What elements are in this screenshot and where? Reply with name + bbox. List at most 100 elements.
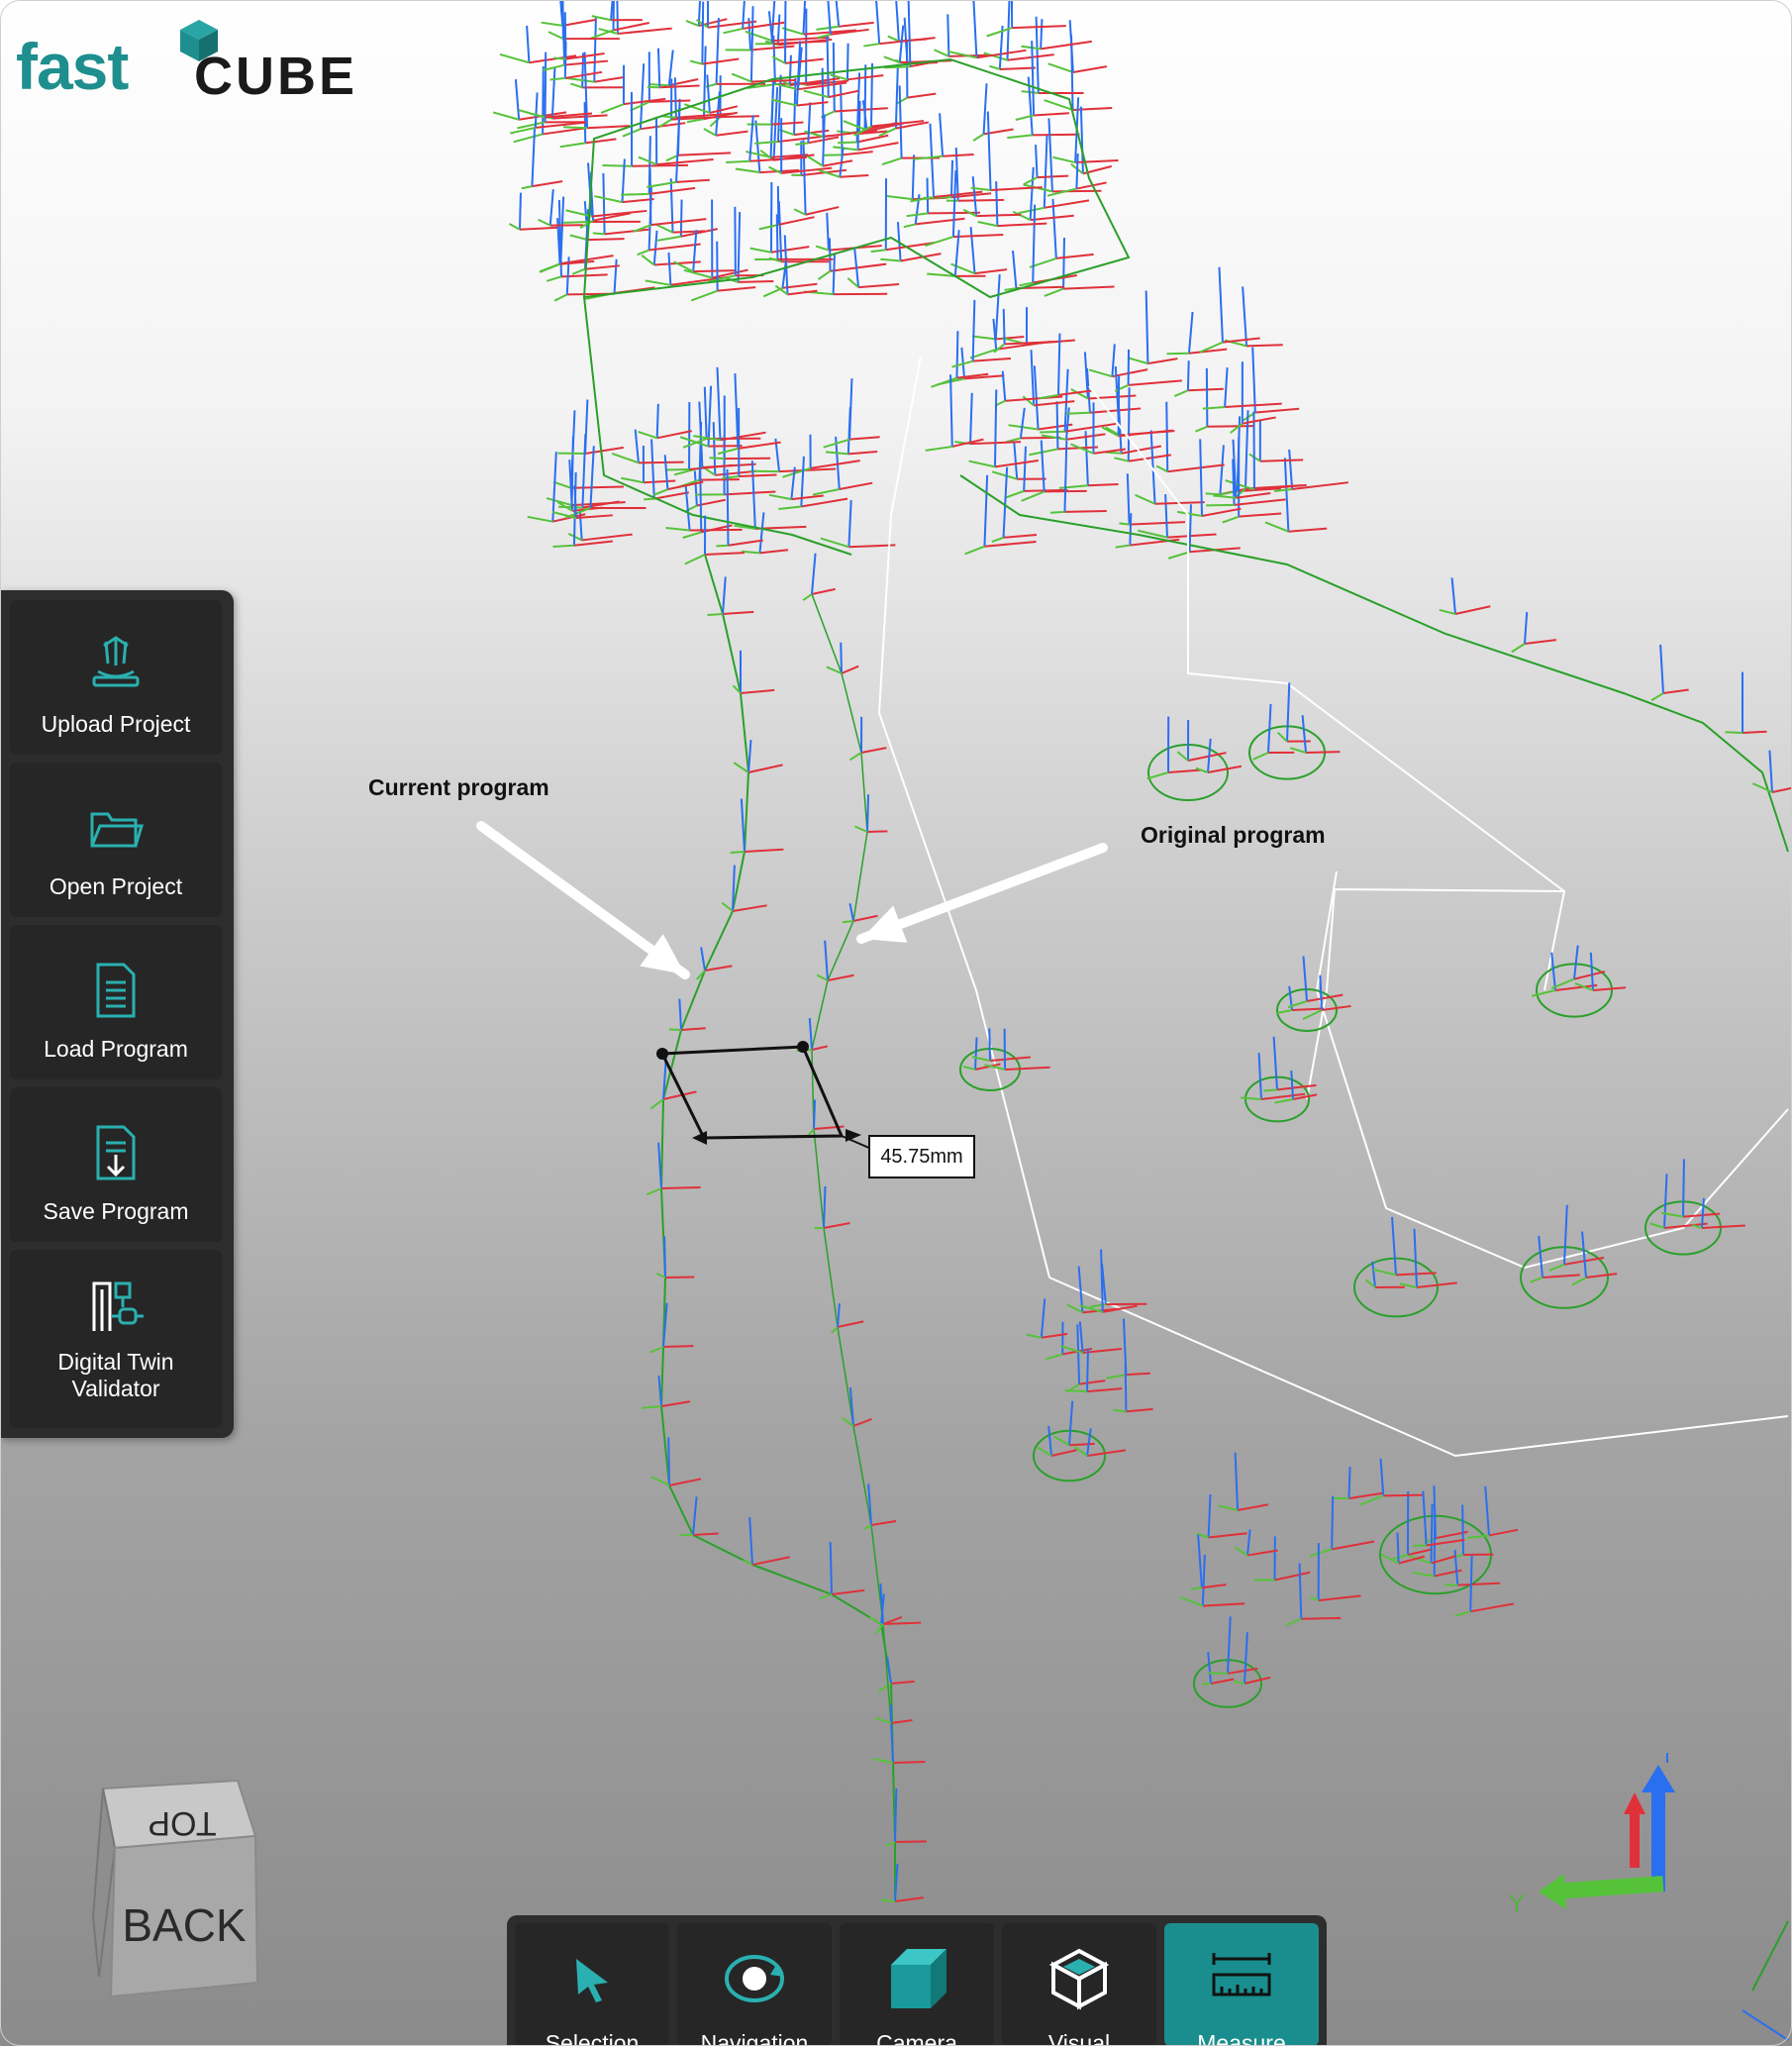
frame-y-axis: [558, 505, 583, 509]
frame-z-axis: [840, 642, 843, 674]
frame-y-axis: [1021, 490, 1045, 502]
frame-y-axis: [1007, 134, 1033, 140]
frame-z-axis: [807, 102, 812, 144]
frame-x-axis: [1246, 1549, 1278, 1557]
frame-x-axis: [1305, 751, 1341, 754]
frame-z-axis: [581, 434, 587, 508]
frame-z-axis: [949, 374, 953, 447]
frame-y-axis: [1206, 503, 1235, 507]
frame-y-axis: [638, 430, 657, 440]
frame-y-axis: [703, 128, 717, 137]
frame-y-axis: [972, 133, 985, 142]
frame-y-axis: [877, 1683, 892, 1692]
frame-x-axis: [1064, 509, 1107, 513]
selection-label: Selection: [545, 2030, 640, 2046]
frame-z-axis: [895, 0, 900, 42]
camera-label: Camera: [876, 2030, 957, 2046]
frame-x-axis: [1040, 40, 1092, 51]
measure-tool-button[interactable]: Measure: [1164, 1923, 1319, 2046]
navigation-cube[interactable]: TOP BACK: [91, 1779, 269, 2000]
digital-twin-validator-button[interactable]: Digital Twin Validator: [10, 1250, 222, 1428]
frame-y-axis: [600, 103, 625, 114]
frame-y-axis: [518, 109, 546, 119]
frame-z-axis: [1347, 1467, 1351, 1499]
frame-x-axis: [1063, 285, 1115, 290]
frame-x-axis: [841, 665, 859, 674]
open-project-button[interactable]: Open Project: [10, 763, 222, 917]
frame-z-axis: [832, 254, 836, 295]
frame-x-axis: [717, 286, 756, 292]
toolpath-scene[interactable]: [0, 0, 1792, 2046]
left-sidebar: Upload Project Open Project Load Program…: [0, 590, 234, 1438]
frame-x-axis: [805, 206, 840, 216]
frame-y-axis: [538, 218, 551, 227]
frame-y-axis: [1037, 1446, 1052, 1457]
selection-tool-button[interactable]: Selection: [515, 1923, 669, 2046]
frame-x-axis: [1167, 768, 1201, 773]
frame-x-axis: [1225, 402, 1282, 408]
frame-z-axis: [663, 455, 669, 490]
frame-z-axis: [1573, 945, 1579, 979]
frame-y-axis: [1241, 1096, 1262, 1100]
frame-z-axis: [700, 947, 706, 972]
frame-z-axis: [808, 1017, 813, 1051]
navigation-tool-button[interactable]: Navigation: [677, 1923, 832, 2046]
camera-tool-button[interactable]: Camera: [840, 1923, 994, 2046]
frame-z-axis: [581, 52, 585, 88]
frame-z-axis: [1124, 1365, 1128, 1412]
frame-y-axis: [1276, 1009, 1293, 1014]
frame-y-axis: [842, 920, 854, 924]
frame-y-axis: [559, 142, 586, 149]
frame-y-axis: [819, 1593, 833, 1600]
frame-y-axis: [513, 133, 544, 144]
frame-z-axis: [1298, 1563, 1303, 1619]
frame-y-axis: [521, 185, 533, 190]
frame-z-axis: [911, 154, 916, 200]
frame-y-axis: [854, 825, 868, 833]
frame-x-axis: [704, 552, 745, 556]
frame-z-axis: [1186, 360, 1190, 391]
frame-y-axis: [565, 76, 595, 83]
frame-x-axis: [860, 747, 887, 754]
3d-viewport[interactable]: fast CUBE Current program Original progr…: [0, 0, 1792, 2046]
frame-x-axis: [890, 1680, 915, 1685]
frame-x-axis: [847, 451, 878, 456]
travel-line: [1048, 1277, 1789, 1458]
frame-z-axis: [1032, 204, 1037, 283]
frame-y-axis: [833, 146, 858, 152]
frame-z-axis: [1244, 1632, 1248, 1685]
frame-z-axis: [826, 36, 830, 98]
frame-y-axis: [665, 526, 690, 532]
frame-x-axis: [856, 134, 889, 144]
frame-x-axis: [1086, 1387, 1123, 1393]
frame-z-axis: [1201, 1554, 1206, 1606]
frame-y-axis: [962, 1065, 976, 1071]
frame-z-axis: [1581, 1231, 1587, 1279]
frame-y-axis: [1088, 368, 1113, 378]
visual-tool-button[interactable]: Visual: [1002, 1923, 1156, 2046]
frame-y-axis: [831, 1326, 839, 1334]
upload-project-button[interactable]: Upload Project: [10, 600, 222, 755]
frame-x-axis: [810, 460, 860, 469]
frame-x-axis: [822, 159, 853, 167]
frame-z-axis: [793, 77, 797, 136]
upload-project-label: Upload Project: [41, 711, 191, 737]
frame-x-axis: [831, 1588, 865, 1595]
frame-y-axis: [1155, 464, 1168, 473]
frame-y-axis: [925, 445, 952, 452]
save-program-button[interactable]: Save Program: [10, 1087, 222, 1242]
frame-z-axis: [946, 14, 950, 56]
save-document-icon: [96, 1125, 136, 1180]
frame-z-axis: [639, 63, 646, 130]
frame-y-axis: [1073, 1446, 1088, 1457]
frame-x-axis: [643, 479, 676, 484]
frame-y-axis: [749, 247, 772, 254]
frame-y-axis: [684, 554, 706, 565]
frame-z-axis: [974, 1037, 978, 1071]
load-program-button[interactable]: Load Program: [10, 925, 222, 1079]
frame-y-axis: [731, 72, 752, 83]
corner-axis: [1751, 1920, 1789, 1992]
toolpath-outline: [583, 296, 852, 556]
frame-x-axis: [1383, 1493, 1424, 1497]
frame-z-axis: [1062, 237, 1066, 289]
